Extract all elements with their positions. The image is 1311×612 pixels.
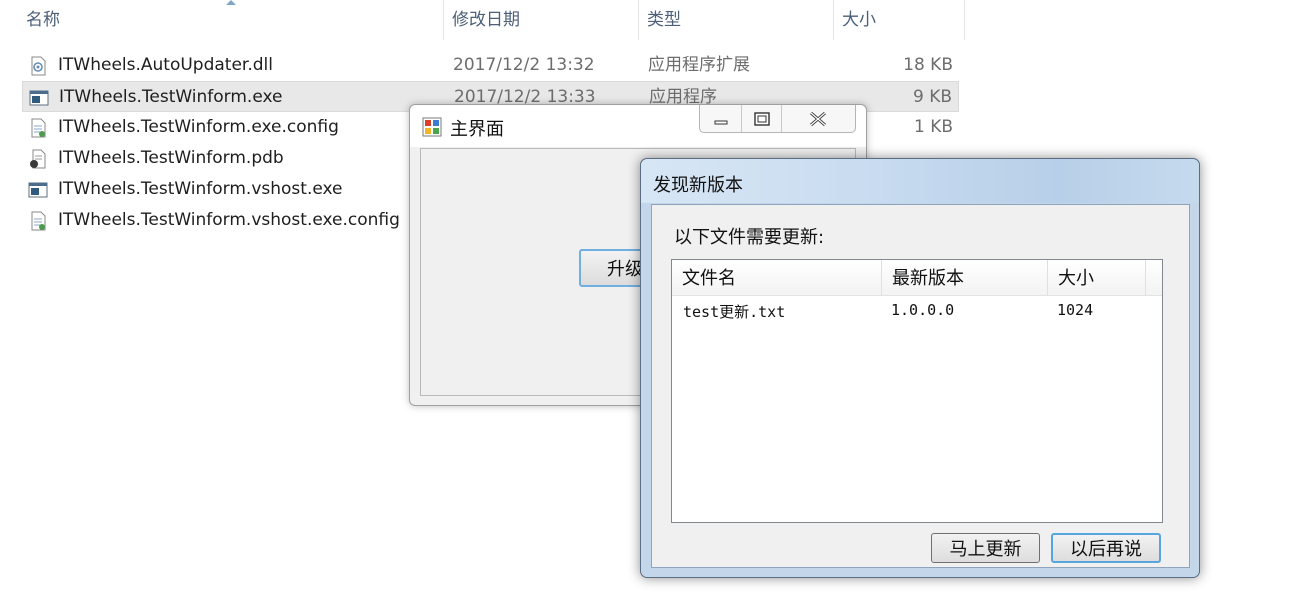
update-list-header: 文件名 最新版本 大小 — [672, 260, 1162, 296]
config-file-icon — [31, 211, 46, 231]
column-type-header[interactable]: 类型 — [639, 0, 834, 40]
column-version-header[interactable]: 最新版本 — [882, 260, 1048, 296]
update-file-size: 1024 — [1057, 301, 1094, 319]
update-now-button[interactable]: 马上更新 — [931, 533, 1040, 563]
file-size: 9 KB — [912, 87, 952, 107]
file-name: ITWheels.TestWinform.vshost.exe.config — [58, 210, 400, 230]
update-dialog-title: 发现新版本 — [653, 175, 743, 196]
file-size: 18 KB — [903, 55, 953, 75]
file-type: 应用程序扩展 — [648, 55, 750, 75]
later-button[interactable]: 以后再说 — [1051, 533, 1161, 563]
file-name: ITWheels.AutoUpdater.dll — [58, 55, 273, 75]
update-prompt: 以下文件需要更新: — [674, 227, 825, 248]
update-file-name: test更新.txt — [683, 303, 786, 321]
main-window-title: 主界面 — [450, 119, 504, 140]
file-name: ITWheels.TestWinform.pdb — [58, 148, 284, 168]
update-file-list[interactable]: 文件名 最新版本 大小 test更新.txt 1.0.0.0 1024 — [671, 259, 1163, 523]
column-size-header[interactable]: 大小 — [834, 0, 965, 40]
column-size-header[interactable]: 大小 — [1048, 260, 1146, 296]
exe-file-icon — [29, 90, 49, 106]
column-header: 名称 修改日期 类型 大小 — [0, 0, 965, 40]
exe-file-icon — [28, 182, 48, 198]
close-icon — [810, 111, 827, 126]
maximize-button[interactable] — [742, 105, 782, 132]
file-row[interactable]: ITWheels.AutoUpdater.dll 2017/12/2 13:32… — [22, 50, 959, 81]
list-item[interactable]: test更新.txt 1.0.0.0 1024 — [672, 298, 1162, 324]
file-name: ITWheels.TestWinform.vshost.exe — [58, 179, 343, 199]
application-icon — [422, 117, 442, 137]
column-filename-header[interactable]: 文件名 — [672, 260, 882, 296]
sort-arrow-icon — [226, 0, 236, 5]
update-file-version: 1.0.0.0 — [891, 301, 955, 319]
update-dialog-client: 以下文件需要更新: 文件名 最新版本 大小 test更新.txt 1.0.0.0… — [651, 204, 1190, 568]
dll-file-icon — [31, 56, 46, 76]
column-name-header[interactable]: 名称 — [18, 0, 444, 40]
minimize-icon — [714, 120, 728, 124]
file-name: ITWheels.TestWinform.exe — [59, 87, 283, 107]
update-dialog: 发现新版本 以下文件需要更新: 文件名 最新版本 大小 test更新.txt 1… — [640, 158, 1200, 578]
pdb-file-icon — [30, 149, 46, 169]
minimize-button[interactable] — [700, 105, 743, 132]
main-window-titlebar[interactable]: 主界面 — [410, 105, 866, 147]
close-button[interactable] — [782, 105, 855, 132]
file-name: ITWheels.TestWinform.exe.config — [58, 117, 339, 137]
caption-buttons — [699, 105, 856, 133]
file-date: 2017/12/2 13:32 — [453, 55, 595, 75]
maximize-icon — [754, 111, 770, 126]
file-size: 1 KB — [913, 117, 953, 137]
config-file-icon — [31, 118, 46, 138]
column-date-header[interactable]: 修改日期 — [444, 0, 639, 40]
